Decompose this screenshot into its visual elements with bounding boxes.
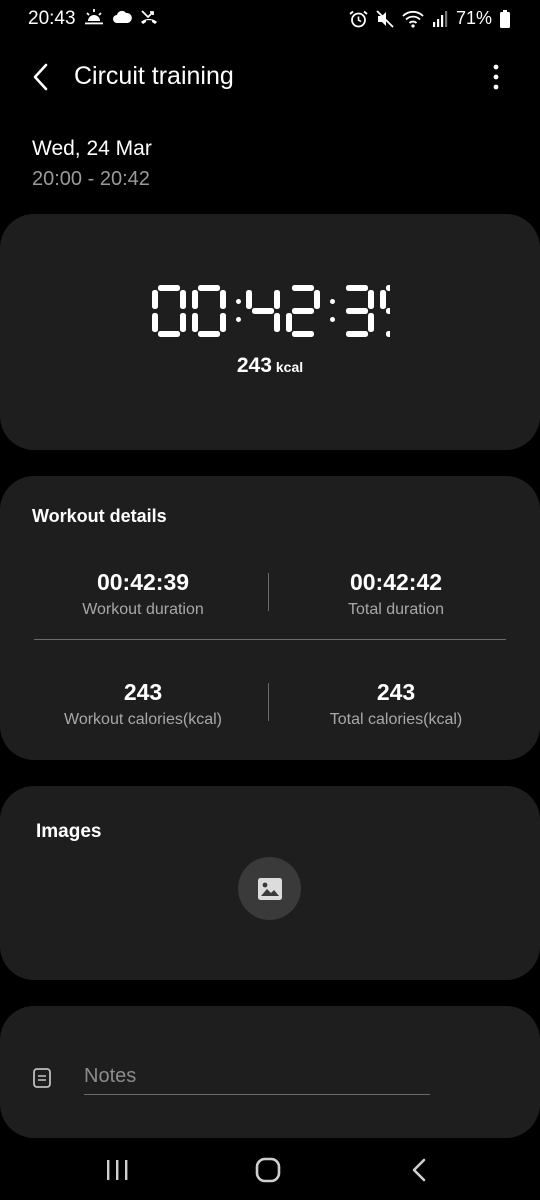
total-duration-label: Total duration [347,601,445,618]
status-bar: 20:43 71% [0,0,540,40]
calories-unit: kcal [275,359,304,375]
status-time: 20:43 [28,8,76,29]
images-title: Images [36,821,102,842]
recent-apps-icon[interactable] [105,1158,129,1182]
total-duration-value: 00:42:42 [349,569,443,595]
total-calories-label: Total calories(kcal) [329,711,463,728]
metric-divider [268,573,269,611]
status-left-icons [84,8,158,26]
page-title: Circuit training [74,62,234,90]
battery-percentage: 71% [455,8,492,28]
calories-value: 243 [236,354,272,377]
duration-display [0,282,540,342]
weather-sunrise-icon [85,9,103,25]
more-options-icon[interactable] [486,62,506,92]
mute-icon [376,9,394,28]
seven-segment-duration [152,285,390,337]
duration-digit [380,285,390,337]
workout-calories-label: Workout calories(kcal) [64,711,222,728]
session-date: Wed, 24 Mar [32,137,152,160]
total-calories-value: 243 [376,679,416,705]
workout-duration-label: Workout duration [82,601,204,618]
workout-duration-value: 00:42:39 [96,569,190,595]
duration-digit [346,285,374,337]
duration-colon [236,299,241,322]
add-image-button[interactable] [238,857,301,920]
notes-icon [33,1068,51,1088]
cloud-icon [113,10,132,23]
home-icon[interactable] [255,1157,281,1183]
workout-calories-value: 243 [123,679,163,705]
duration-digit [192,285,226,337]
missed-call-icon [141,10,157,24]
battery-icon [500,9,510,28]
workout-details-title: Workout details [32,506,167,526]
duration-colon [330,299,335,322]
back-icon[interactable] [28,60,56,94]
signal-icon [432,10,448,27]
alarm-icon [349,10,368,27]
notes-input[interactable] [84,1058,430,1095]
metric-divider [268,683,269,721]
session-time-range: 20:00 - 20:42 [32,168,150,190]
duration-digit [286,285,320,337]
duration-digit [152,285,186,337]
duration-digit [246,290,280,332]
image-icon [257,877,282,900]
nav-back-icon[interactable] [410,1157,428,1183]
calories-summary: 243 kcal [0,354,540,378]
wifi-icon [402,10,424,28]
details-divider [34,639,506,640]
status-right-icons: 71% [349,8,510,29]
